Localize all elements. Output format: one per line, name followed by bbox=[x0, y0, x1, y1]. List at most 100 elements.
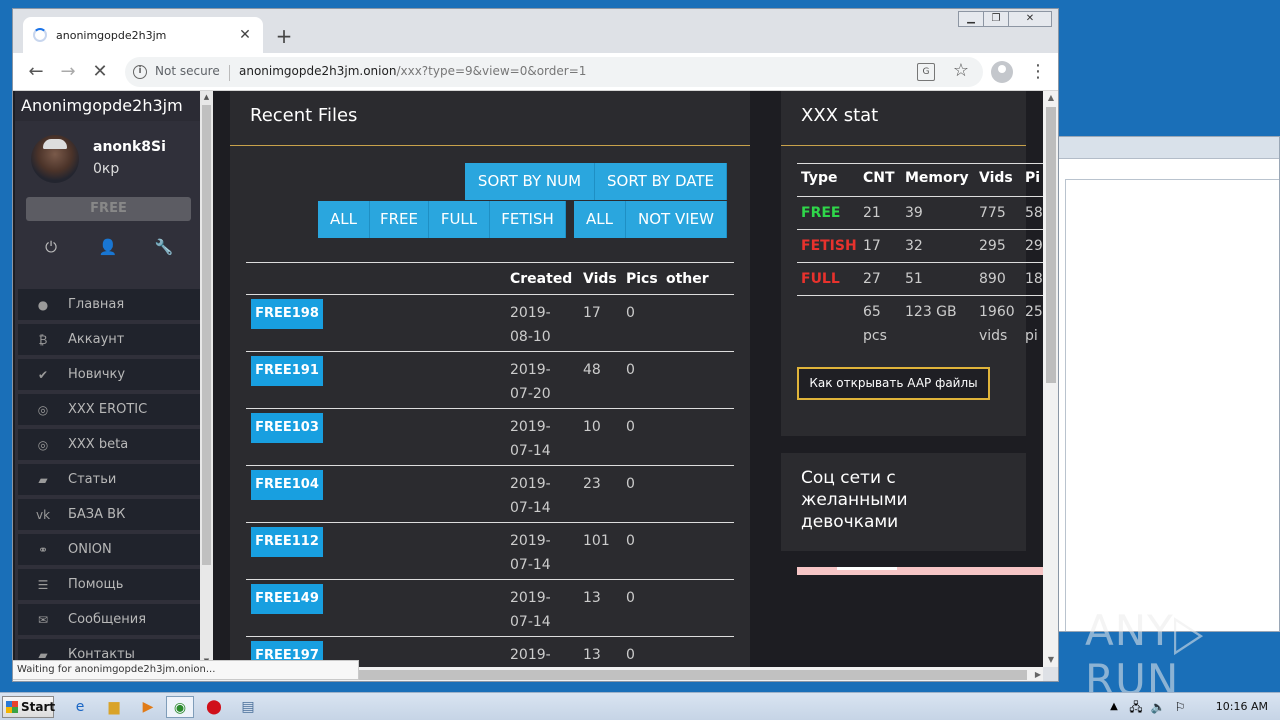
table-header: Created Vids Pics other bbox=[246, 262, 734, 295]
vids-count: 17 bbox=[583, 305, 601, 321]
table-row: FREE112 2019- 07-14 101 0 bbox=[246, 523, 734, 580]
xxx-stat-panel: XXX stat Type CNT Memory Vids Pi FREE 21… bbox=[781, 91, 1043, 436]
menu-item-articles[interactable]: ▰ Статьи bbox=[18, 464, 200, 495]
ie-icon[interactable]: e bbox=[66, 696, 94, 718]
type-fetish: FETISH bbox=[801, 238, 857, 254]
notepad-icon[interactable]: ▤ bbox=[234, 696, 262, 718]
not-view-button[interactable]: NOT VIEW bbox=[626, 201, 727, 238]
profile-avatar-icon[interactable] bbox=[991, 61, 1013, 83]
chrome-icon[interactable]: ◉ bbox=[166, 696, 194, 718]
filter-all-button[interactable]: ALL bbox=[318, 201, 370, 238]
aap-help-button[interactable]: Как открывать AAP файлы bbox=[797, 367, 990, 400]
page-viewport: Anonimgopde2h3jm anonk8Si 0кр FREE ⏻ 👤 🔧… bbox=[13, 91, 1043, 667]
menu-item-onion[interactable]: ⚭ ONION bbox=[18, 534, 200, 565]
menu-item-account[interactable]: ₿ Аккаунт bbox=[18, 324, 200, 355]
flag-icon[interactable]: ⚐ bbox=[1166, 696, 1194, 718]
site-brand[interactable]: Anonimgopde2h3jm bbox=[15, 91, 200, 121]
start-button[interactable]: Start bbox=[2, 696, 55, 718]
menu-item-newbie[interactable]: ✔ Новичку bbox=[18, 359, 200, 390]
url-text[interactable]: anonimgopde2h3jm.onion/xxx?type=9&view=0… bbox=[239, 64, 586, 78]
view-all-button[interactable]: ALL bbox=[574, 201, 626, 238]
menu-label: Аккаунт bbox=[68, 332, 125, 347]
menu-item-vk-base[interactable]: vk БАЗА ВК bbox=[18, 499, 200, 530]
new-tab-button[interactable]: + bbox=[271, 23, 297, 49]
filter-fetish-button[interactable]: FETISH bbox=[490, 201, 566, 238]
sort-by-date-button[interactable]: SORT BY DATE bbox=[595, 163, 727, 200]
vids-count: 13 bbox=[583, 647, 601, 663]
memory: 39 bbox=[905, 205, 923, 221]
url-path: /xxx?type=9&view=0&order=1 bbox=[396, 64, 587, 78]
file-button[interactable]: FREE198 bbox=[251, 299, 323, 329]
book-icon: ▰ bbox=[38, 472, 48, 487]
vids: 775 bbox=[979, 205, 1006, 221]
taskbar: Start e ▆ ▶ ◉ ⬤ ▤ ▲ 🖧 🔈 ⚐ 10:16 AM bbox=[0, 692, 1280, 720]
col-vids: Vids bbox=[979, 170, 1013, 186]
filter-full-button[interactable]: FULL bbox=[429, 201, 490, 238]
pics: 29 bbox=[1025, 238, 1043, 254]
menu-item-xxx-beta[interactable]: ◎ XXX beta bbox=[18, 429, 200, 460]
forward-arrow-icon[interactable]: → bbox=[55, 59, 81, 85]
opera-icon[interactable]: ⬤ bbox=[200, 696, 228, 718]
media-player-icon[interactable]: ▶ bbox=[134, 696, 162, 718]
target-icon: ◎ bbox=[37, 437, 49, 452]
file-button[interactable]: FREE103 bbox=[251, 413, 323, 443]
pics-count: 0 bbox=[626, 533, 635, 549]
translate-icon[interactable]: G bbox=[917, 63, 935, 81]
url-host: anonimgopde2h3jm.onion bbox=[239, 64, 397, 78]
menu-item-messages[interactable]: ✉ Сообщения bbox=[18, 604, 200, 635]
file-button[interactable]: FREE112 bbox=[251, 527, 323, 557]
info-icon[interactable]: i bbox=[133, 65, 147, 79]
col-memory: Memory bbox=[905, 170, 969, 186]
vk-icon: vk bbox=[35, 507, 51, 522]
stop-loading-icon[interactable]: ✕ bbox=[87, 59, 113, 85]
list-icon: ☰ bbox=[37, 577, 49, 592]
menu-item-xxx-erotic[interactable]: ◎ XXX EROTIC bbox=[18, 394, 200, 425]
filter-free-button[interactable]: FREE bbox=[370, 201, 429, 238]
file-button[interactable]: FREE191 bbox=[251, 356, 323, 386]
col-type: Type bbox=[801, 170, 838, 186]
pics-count: 0 bbox=[626, 647, 635, 663]
page-vertical-scrollbar[interactable]: ▲ ▼ bbox=[1043, 91, 1058, 667]
stat-title: XXX stat bbox=[801, 105, 879, 126]
minimize-button[interactable]: ▁ bbox=[958, 11, 984, 27]
user-balance: 0кр bbox=[93, 161, 120, 177]
folder-icon[interactable]: ▆ bbox=[100, 696, 128, 718]
loading-spinner-icon bbox=[33, 28, 47, 42]
power-icon[interactable]: ⏻ bbox=[41, 238, 61, 256]
close-window-button[interactable]: ✕ bbox=[1008, 11, 1052, 27]
created-date: 2019- 08-10 bbox=[510, 305, 551, 345]
maximize-button[interactable]: ❐ bbox=[983, 11, 1009, 27]
file-button[interactable]: FREE149 bbox=[251, 584, 323, 614]
clock[interactable]: 10:16 AM bbox=[1216, 700, 1268, 713]
tab-close-icon[interactable]: ✕ bbox=[237, 27, 253, 43]
browser-tab[interactable]: anonimgopde2h3jm ✕ bbox=[23, 17, 263, 53]
social-title: Соц сети с желанными девочками bbox=[801, 468, 908, 532]
menu-label: Статьи bbox=[68, 472, 117, 487]
back-arrow-icon[interactable]: ← bbox=[23, 59, 49, 85]
bitcoin-icon: ₿ bbox=[38, 332, 48, 347]
memory: 51 bbox=[905, 271, 923, 287]
file-button[interactable]: FREE104 bbox=[251, 470, 323, 500]
table-row: FREE198 2019- 08-10 17 0 bbox=[246, 295, 734, 352]
menu-item-help[interactable]: ☰ Помощь bbox=[18, 569, 200, 600]
sort-by-num-button[interactable]: SORT BY NUM bbox=[465, 163, 595, 200]
sidebar-scrollbar[interactable]: ▲▼ bbox=[200, 91, 213, 667]
type-free: FREE bbox=[801, 205, 841, 221]
memory: 32 bbox=[905, 238, 923, 254]
wrench-icon[interactable]: 🔧 bbox=[154, 238, 174, 256]
pics: 58 bbox=[1025, 205, 1043, 221]
cnt: 21 bbox=[863, 205, 881, 221]
background-window[interactable] bbox=[1058, 136, 1280, 632]
browser-toolbar: ← → ✕ i Not secure anonimgopde2h3jm.onio… bbox=[13, 53, 1058, 91]
menu-item-home[interactable]: ● Главная bbox=[18, 289, 200, 320]
browser-menu-icon[interactable]: ⋮ bbox=[1029, 59, 1047, 85]
user-icon[interactable]: 👤 bbox=[98, 238, 118, 256]
envelope-icon: ✉ bbox=[37, 612, 49, 627]
table-row: FREE191 2019- 07-20 48 0 bbox=[246, 352, 734, 409]
link-icon: ⚭ bbox=[37, 542, 49, 557]
bookmark-star-icon[interactable]: ☆ bbox=[953, 60, 969, 81]
vids: 890 bbox=[979, 271, 1006, 287]
pics-count: 0 bbox=[626, 305, 635, 321]
menu-label: БАЗА ВК bbox=[68, 507, 126, 522]
address-bar[interactable]: i Not secure anonimgopde2h3jm.onion/xxx?… bbox=[125, 57, 983, 87]
